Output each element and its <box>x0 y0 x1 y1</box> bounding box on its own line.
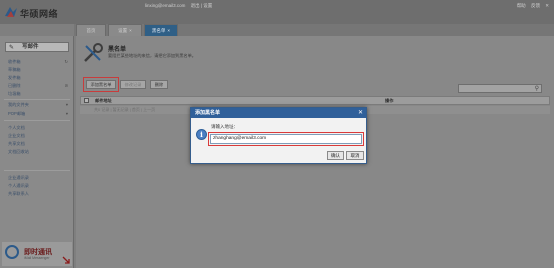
arrow-down-right-icon <box>62 256 70 264</box>
tab-blacklist[interactable]: 黑名单 × <box>144 24 178 36</box>
tab-settings[interactable]: 设置 × <box>108 24 142 36</box>
divider <box>4 99 70 100</box>
instant-messenger[interactable]: 即时通讯 iMail Messenger <box>2 242 72 266</box>
sidebar-item-company-docs[interactable]: 企业文档 <box>8 132 70 139</box>
close-icon[interactable]: × <box>129 28 132 33</box>
info-icon: i <box>196 129 207 140</box>
sidebar-item-doc-recycle[interactable]: 文档回收站 <box>8 148 70 155</box>
address-input[interactable]: zhanghang@email3.com <box>208 132 364 146</box>
close-icon[interactable]: ✕ <box>358 108 363 118</box>
tab-home[interactable]: 首页 <box>76 24 106 36</box>
cancel-button[interactable]: 取消 <box>346 151 364 160</box>
messenger-logo-icon <box>5 245 19 259</box>
sidebar-item-personal-contacts[interactable]: 个人通讯录 <box>8 182 70 189</box>
compose-button[interactable]: ✎ 写邮件 <box>5 42 69 52</box>
sidebar-item-deleted[interactable]: 已删除 ⊘ <box>8 82 70 89</box>
add-blacklist-dialog: 添加黑名单 ✕ i 请输入地址： zhanghang@email3.com 确认… <box>190 107 367 164</box>
sidebar-item-shared-contacts[interactable]: 共享联系人 <box>8 190 70 197</box>
brand-logo[interactable]: 华硕网络 <box>4 4 70 21</box>
dialog-title: 添加黑名单 ✕ <box>191 108 366 118</box>
search-input[interactable]: ⚲ <box>458 84 542 93</box>
search-icon[interactable]: ⚲ <box>535 85 539 92</box>
refresh-icon[interactable]: ↻ <box>64 58 68 65</box>
help-link[interactable]: 帮助 <box>517 3 526 8</box>
page-title: 黑名单 <box>108 47 127 53</box>
trash-icon[interactable]: ⊘ <box>64 82 68 89</box>
sidebar-item-company-contacts[interactable]: 企业通讯录 <box>8 174 70 181</box>
dialog-label: 请输入地址： <box>211 124 238 129</box>
delete-button[interactable]: 删除 <box>150 80 168 89</box>
sidebar-item-spam[interactable]: 垃圾箱 <box>8 90 70 97</box>
confirm-button[interactable]: 确认 <box>327 151 344 160</box>
sidebar-item-inbox[interactable]: 收件箱 ↻ <box>8 58 70 65</box>
pencil-icon: ✎ <box>9 45 15 51</box>
add-blacklist-button[interactable]: 添加黑名单 <box>83 77 119 92</box>
top-links: 帮助 反馈 ✕ <box>513 3 549 9</box>
sidebar: ✎ 写邮件 收件箱 ↻ 草稿箱 发件箱 已删除 ⊘ 垃圾箱 我的文件夹 ▾ POP邮箱… <box>0 36 74 268</box>
sidebar-item-sent[interactable]: 发件箱 <box>8 74 70 81</box>
logo-mark-icon <box>5 7 17 17</box>
user-info: linxing@email3.com 退出 | 设置 <box>145 3 212 9</box>
top-header: 华硕网络 linxing@email3.com 退出 | 设置 帮助 反馈 ✕ <box>0 0 554 24</box>
divider <box>4 170 70 171</box>
table-header: 邮件地址 操作 <box>80 96 550 105</box>
user-links[interactable]: 退出 | 设置 <box>191 3 213 8</box>
sidebar-item-pop[interactable]: POP邮箱 ▾ <box>8 110 70 117</box>
edit-record-button[interactable]: 修改记录 <box>120 80 146 89</box>
user-email: linxing@email3.com <box>145 3 186 8</box>
close-icon[interactable]: × <box>167 28 170 33</box>
column-header-operations: 操作 <box>385 98 394 103</box>
close-icon[interactable]: ✕ <box>545 3 549 8</box>
logo-text: 华硕网络 <box>20 9 59 19</box>
chevron-down-icon[interactable]: ▾ <box>66 110 68 117</box>
tools-icon <box>84 43 103 62</box>
feedback-link[interactable]: 反馈 <box>531 3 540 8</box>
sidebar-item-my-folders[interactable]: 我的文件夹 ▾ <box>8 101 70 108</box>
page-description: 要阻拦某些地址的来信，请把它添加到黑名单。 <box>108 53 196 58</box>
divider <box>4 120 70 121</box>
select-all-checkbox[interactable] <box>84 98 89 103</box>
sidebar-item-drafts[interactable]: 草稿箱 <box>8 66 70 73</box>
sidebar-item-personal-docs[interactable]: 个人文档 <box>8 124 70 131</box>
sidebar-item-shared-docs[interactable]: 共享文档 <box>8 140 70 147</box>
column-header-address: 邮件地址 <box>95 98 112 103</box>
chevron-down-icon[interactable]: ▾ <box>66 101 68 108</box>
